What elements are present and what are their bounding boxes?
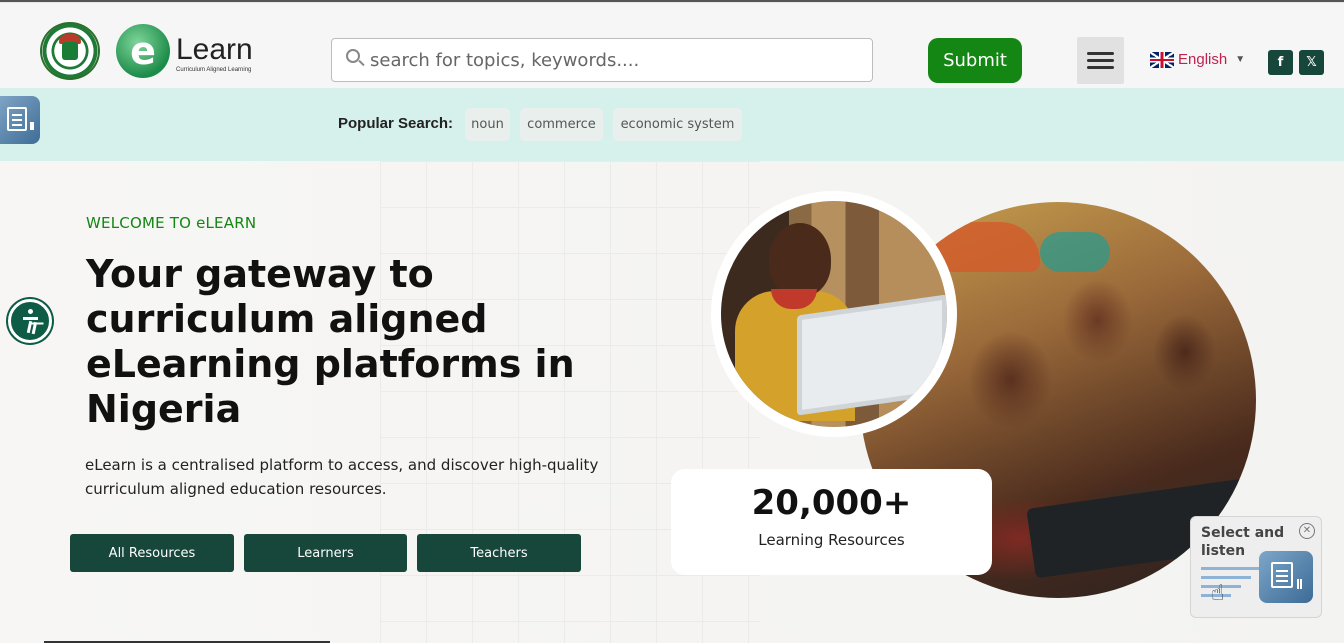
popular-search-label: Popular Search: bbox=[338, 115, 454, 132]
popular-chip[interactable]: economic system bbox=[613, 108, 742, 141]
hero-headline: Your gateway to curriculum aligned eLear… bbox=[86, 252, 575, 431]
document-icon bbox=[7, 107, 27, 131]
document-icon bbox=[1271, 562, 1293, 588]
menu-bar bbox=[1087, 52, 1114, 55]
welcome-text: WELCOME TO eLEARN bbox=[86, 214, 257, 232]
teachers-button[interactable]: Teachers bbox=[417, 534, 581, 572]
resources-stat-card: 20,000+ Learning Resources bbox=[671, 469, 992, 575]
logo-letter: e bbox=[130, 29, 156, 73]
popular-chip[interactable]: noun bbox=[465, 108, 510, 141]
sound-wave-icon bbox=[30, 122, 34, 130]
x-icon[interactable]: 𝕏 bbox=[1299, 50, 1324, 75]
language-selector[interactable]: English ▼ bbox=[1150, 51, 1245, 68]
elearn-logo-icon[interactable]: e bbox=[116, 24, 170, 78]
site-header: e Learn Curriculum Aligned Learning Subm… bbox=[0, 2, 1344, 88]
language-label: English bbox=[1178, 51, 1228, 68]
sound-wave-icon bbox=[1297, 579, 1302, 589]
select-and-listen-widget[interactable]: Select and listen ✕ ☝ bbox=[1190, 516, 1322, 618]
photo-detail bbox=[797, 294, 947, 416]
seal-shield bbox=[62, 42, 78, 60]
logo-subtitle: Curriculum Aligned Learning bbox=[176, 67, 252, 73]
text-lines-icon bbox=[1201, 567, 1259, 607]
text-to-speech-icon[interactable] bbox=[1259, 551, 1313, 603]
all-resources-button[interactable]: All Resources bbox=[70, 534, 234, 572]
stat-label: Learning Resources bbox=[758, 531, 905, 549]
submit-button[interactable]: Submit bbox=[928, 38, 1022, 83]
text-to-speech-tab[interactable] bbox=[0, 96, 40, 144]
popular-chip[interactable]: commerce bbox=[520, 108, 603, 141]
uk-flag-icon bbox=[1150, 51, 1174, 68]
accessibility-icon[interactable] bbox=[8, 299, 52, 343]
pointer-hand-icon: ☝ bbox=[1211, 581, 1225, 606]
search-icon bbox=[346, 49, 360, 63]
hamburger-menu-button[interactable] bbox=[1077, 37, 1124, 84]
photo-detail bbox=[769, 223, 831, 297]
text-line bbox=[1201, 576, 1251, 579]
menu-bar bbox=[1087, 59, 1114, 62]
learners-button[interactable]: Learners bbox=[244, 534, 407, 572]
popular-search-bar: Popular Search: noun commerce economic s… bbox=[0, 88, 1344, 161]
hero-description: eLearn is a centralised platform to acce… bbox=[85, 456, 599, 498]
menu-bar bbox=[1087, 66, 1114, 69]
search-input[interactable] bbox=[370, 45, 860, 75]
ministry-seal-logo[interactable] bbox=[40, 22, 100, 80]
logo-text[interactable]: Learn bbox=[176, 33, 253, 67]
photo-detail bbox=[1040, 232, 1110, 272]
stat-number: 20,000+ bbox=[751, 483, 912, 523]
search-box[interactable] bbox=[331, 38, 873, 82]
text-line bbox=[1201, 567, 1259, 570]
facebook-icon[interactable]: f bbox=[1268, 50, 1293, 75]
boy-laptop-photo bbox=[721, 201, 947, 427]
caret-down-icon: ▼ bbox=[1235, 54, 1246, 65]
close-icon[interactable]: ✕ bbox=[1299, 523, 1315, 539]
